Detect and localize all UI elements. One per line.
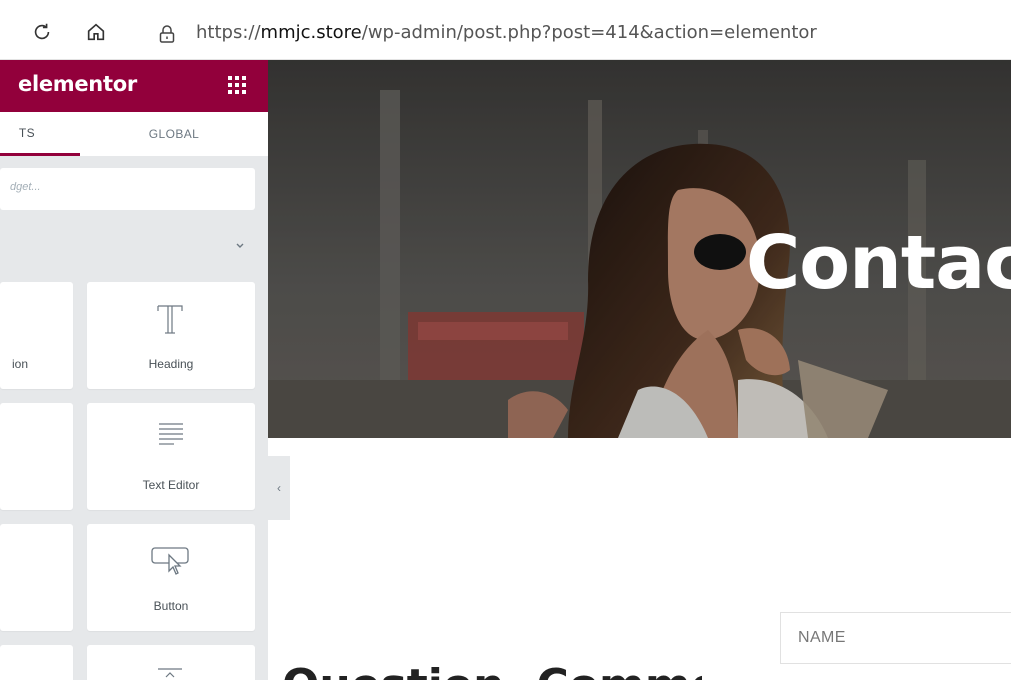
widgets-grid-icon[interactable] bbox=[228, 76, 246, 94]
divider-icon bbox=[158, 668, 182, 678]
widget-partial[interactable] bbox=[0, 645, 73, 680]
widget-label: ion bbox=[12, 357, 29, 371]
chevron-down-icon bbox=[236, 243, 244, 248]
widget-heading[interactable]: Heading bbox=[87, 282, 255, 389]
panel-collapse-toggle[interactable]: ‹ bbox=[268, 456, 290, 520]
text-editor-icon bbox=[159, 423, 183, 445]
widget-label: Text Editor bbox=[142, 478, 200, 492]
category-header[interactable] bbox=[0, 226, 268, 266]
widget-inner-section[interactable]: ion bbox=[0, 282, 73, 389]
panel-tabs: TS GLOBAL bbox=[0, 112, 268, 156]
hero-title: Contac bbox=[746, 220, 1011, 306]
heading-icon bbox=[157, 305, 183, 334]
widget-label: Heading bbox=[148, 357, 194, 371]
widget-button[interactable]: Button bbox=[87, 524, 255, 631]
search-placeholder: dget... bbox=[10, 181, 41, 193]
widget-text-editor[interactable]: Text Editor bbox=[87, 403, 255, 510]
elementor-logo: elementor bbox=[18, 72, 137, 96]
widget-video[interactable] bbox=[0, 524, 73, 631]
tab-global-label: GLOBAL bbox=[148, 127, 200, 141]
widget-search-input[interactable]: dget... bbox=[0, 168, 255, 210]
lock-icon[interactable] bbox=[158, 24, 176, 44]
home-button[interactable] bbox=[84, 20, 108, 44]
tab-elements-label: TS bbox=[18, 125, 36, 140]
elementor-panel: elementor TS GLOBAL dget... ion Heading bbox=[0, 60, 268, 680]
panel-header: elementor bbox=[0, 60, 268, 112]
section-heading-text: Question, Comment & bbox=[282, 660, 702, 680]
reload-button[interactable] bbox=[30, 20, 54, 44]
url-domain: mmjc.store bbox=[260, 22, 362, 43]
url-prefix: https:// bbox=[196, 22, 261, 43]
widget-image[interactable] bbox=[0, 403, 73, 510]
tab-global[interactable]: GLOBAL bbox=[80, 112, 268, 156]
home-icon bbox=[87, 23, 105, 41]
tab-elements[interactable]: TS bbox=[0, 112, 80, 156]
reload-icon bbox=[34, 23, 50, 40]
hero-section[interactable]: Contac bbox=[268, 60, 1011, 438]
widget-divider[interactable] bbox=[87, 645, 255, 680]
name-input[interactable]: NAME bbox=[780, 612, 1011, 664]
name-placeholder: NAME bbox=[798, 629, 846, 646]
section-heading: Question, Comment & bbox=[282, 660, 702, 680]
address-bar[interactable]: https://mmjc.store/wp-admin/post.php?pos… bbox=[196, 22, 817, 43]
url-path: /wp-admin/post.php?post=414&action=eleme… bbox=[361, 22, 817, 43]
button-icon bbox=[151, 547, 189, 575]
widget-label: Button bbox=[153, 599, 189, 613]
browser-toolbar: https://mmjc.store/wp-admin/post.php?pos… bbox=[0, 0, 1011, 60]
chevron-left-icon: ‹ bbox=[277, 481, 281, 495]
